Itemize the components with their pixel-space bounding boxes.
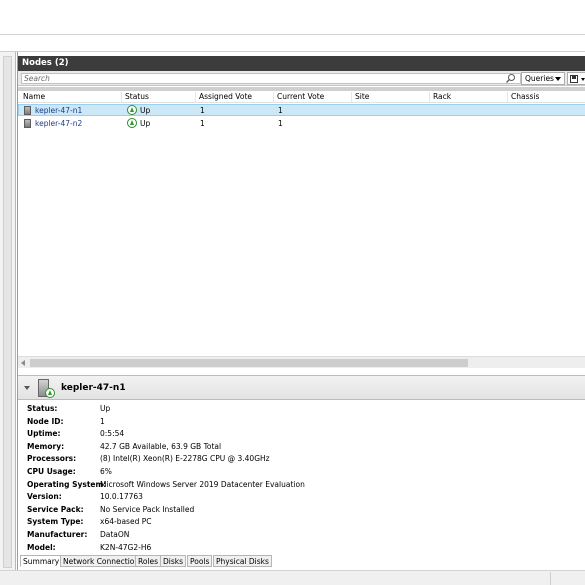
property-row: Node ID: 1: [27, 417, 577, 430]
collapse-chevron-icon[interactable]: [24, 386, 30, 390]
horizontal-scrollbar[interactable]: [18, 356, 585, 368]
property-row: CPU Usage: 6%: [27, 467, 577, 480]
property-label: Status:: [27, 404, 58, 413]
property-value: 0:5:54: [100, 429, 125, 439]
status-up-icon: [127, 105, 137, 115]
column-header-current-vote[interactable]: Current Vote: [274, 92, 352, 103]
property-label: System Type:: [27, 517, 84, 527]
chevron-down-icon: [555, 77, 561, 81]
property-value: 6%: [100, 466, 112, 476]
search-icon[interactable]: [505, 73, 516, 84]
table-row[interactable]: kepler-47-n2 Up 1 1: [18, 118, 585, 130]
status-bar-divider: [550, 572, 551, 585]
node-current-vote: 1: [278, 106, 283, 115]
property-row: Model: K2N-47G2-H6: [27, 543, 577, 556]
column-header-row: Name Status Assigned Vote Current Vote S…: [18, 91, 585, 103]
failover-cluster-manager-window: Nodes (2) Search Queries Name Status Ass…: [0, 0, 585, 585]
panel-title: Nodes (2): [18, 56, 585, 71]
column-header-assigned-vote[interactable]: Assigned Vote: [196, 92, 274, 103]
scroll-left-icon[interactable]: [21, 360, 25, 366]
property-row: Processors: (8) Intel(R) Xeon(R) E-2278G …: [27, 454, 577, 467]
property-value: Microsoft Windows Server 2019 Datacenter…: [100, 479, 305, 489]
column-header-site[interactable]: Site: [352, 92, 430, 103]
property-label: Uptime:: [27, 429, 61, 439]
search-input[interactable]: Search: [21, 73, 521, 84]
property-label: Version:: [27, 492, 62, 502]
detail-tabs: Summary Network Connections Roles Disks …: [18, 555, 585, 567]
property-value: 42.7 GB Available, 63.9 GB Total: [100, 441, 222, 451]
property-row: Version: 10.0.17763: [27, 492, 577, 505]
property-label: Manufacturer:: [27, 529, 88, 539]
property-label: Node ID:: [27, 416, 64, 426]
chevron-down-icon: [581, 78, 585, 81]
queries-label: Queries: [525, 74, 554, 83]
property-label: Operating System:: [27, 479, 107, 489]
node-current-vote: 1: [278, 119, 283, 128]
save-query-button[interactable]: [567, 72, 585, 85]
navigation-pane-edge: [0, 52, 16, 570]
property-label: CPU Usage:: [27, 466, 76, 476]
tab-summary[interactable]: Summary: [20, 555, 63, 567]
tab-physical-disks[interactable]: Physical Disks: [213, 555, 272, 567]
property-value: 10.0.17763: [100, 492, 143, 502]
property-value: Up: [100, 404, 111, 413]
scrollbar-thumb[interactable]: [30, 359, 468, 367]
search-toolbar: Search Queries: [18, 71, 585, 86]
navigation-scrollbar[interactable]: [3, 56, 12, 568]
node-name: kepler-47-n1: [35, 106, 83, 115]
node-properties: Status: Up Node ID: 1 Uptime: 0:5:54 Memory…: [27, 404, 577, 555]
property-value: (8) Intel(R) Xeon(R) E-2278G CPU @ 3.40G…: [100, 454, 270, 464]
property-row: Service Pack: No Service Pack Installed: [27, 505, 577, 518]
status-up-icon: [127, 118, 137, 128]
column-header-chassis[interactable]: Chassis: [508, 92, 585, 103]
node-assigned-vote: 1: [200, 106, 205, 115]
detail-title: kepler-47-n1: [61, 383, 126, 393]
tab-network-connections[interactable]: Network Connections: [60, 555, 147, 567]
property-row: Status: Up: [27, 404, 577, 417]
status-up-icon: [45, 388, 55, 398]
property-label: Memory:: [27, 441, 65, 451]
node-assigned-vote: 1: [200, 119, 205, 128]
property-label: Model:: [27, 542, 56, 552]
property-value: x64-based PC: [100, 517, 152, 527]
property-row: System Type: x64-based PC: [27, 517, 577, 530]
table-row[interactable]: kepler-47-n1 Up 1 1: [18, 104, 585, 116]
node-status: Up: [140, 106, 151, 115]
column-header-name[interactable]: Name: [20, 92, 122, 103]
property-row: Uptime: 0:5:54: [27, 429, 577, 442]
server-node-icon: [24, 119, 31, 128]
property-label: Service Pack:: [27, 504, 84, 514]
property-label: Processors:: [27, 454, 77, 464]
property-row: Memory: 42.7 GB Available, 63.9 GB Total: [27, 442, 577, 455]
secondary-toolbar-area: [0, 35, 585, 52]
node-name: kepler-47-n2: [35, 119, 83, 128]
server-node-icon: [24, 106, 31, 115]
column-header-rack[interactable]: Rack: [430, 92, 508, 103]
property-value: DataON: [100, 529, 130, 539]
status-bar: [0, 570, 585, 585]
top-toolbar-area: [0, 0, 585, 35]
column-header-status[interactable]: Status: [122, 92, 196, 103]
tab-roles[interactable]: Roles: [135, 555, 162, 567]
queries-button[interactable]: Queries: [521, 72, 565, 85]
save-icon: [570, 75, 578, 83]
property-value: K2N-47G2-H6: [100, 542, 152, 552]
property-value: No Service Pack Installed: [100, 504, 195, 514]
property-value: 1: [100, 416, 105, 426]
property-row: Manufacturer: DataON: [27, 530, 577, 543]
detail-pane-header: kepler-47-n1: [18, 375, 585, 400]
nodes-panel: Nodes (2) Search Queries Name Status Ass…: [17, 52, 585, 570]
property-row: Operating System: Microsoft Windows Serve…: [27, 480, 577, 493]
tab-disks[interactable]: Disks: [160, 555, 187, 567]
node-status: Up: [140, 119, 151, 128]
tab-pools[interactable]: Pools: [187, 555, 213, 567]
